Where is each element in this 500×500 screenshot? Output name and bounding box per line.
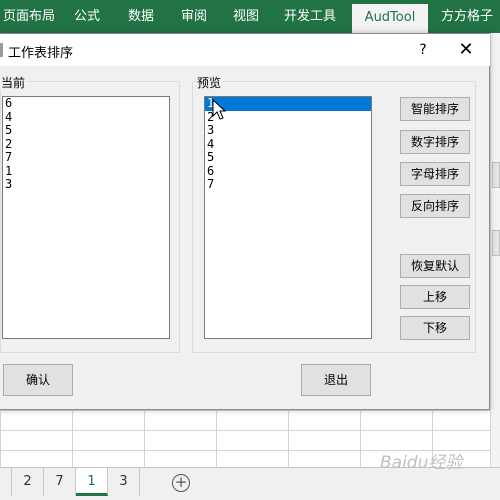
watermark-text: Baidu经验 bbox=[380, 453, 463, 473]
dialog-title: 工作表排序 bbox=[8, 46, 74, 61]
sheet-tab[interactable]: 7 bbox=[44, 468, 76, 496]
move-up-button[interactable]: 上移 bbox=[400, 285, 470, 309]
tab-developer[interactable]: 开发工具 bbox=[276, 0, 344, 33]
ribbon-tab-bar: 页面布局 公式 数据 审阅 视图 开发工具 AudTool 方方格子 bbox=[0, 0, 500, 33]
close-button[interactable]: ✕ bbox=[452, 38, 480, 62]
current-list-item[interactable]: 5 bbox=[3, 123, 169, 138]
help-button[interactable]: ? bbox=[412, 38, 434, 62]
mouse-pointer-icon bbox=[212, 99, 227, 120]
sheet-sort-dialog: 工作表排序 ? ✕ 当前 6452713 预览 1234567 智能排序 数字排… bbox=[0, 33, 490, 410]
numeric-sort-button[interactable]: 数字排序 bbox=[400, 130, 470, 154]
current-list-item[interactable]: 2 bbox=[3, 137, 169, 152]
dialog-app-icon bbox=[0, 43, 3, 57]
sheet-tab[interactable]: 3 bbox=[108, 468, 140, 496]
current-list-item[interactable]: 6 bbox=[3, 96, 169, 111]
tab-view[interactable]: 视图 bbox=[222, 0, 270, 33]
add-sheet-icon[interactable]: + bbox=[172, 474, 190, 492]
sheet-tab-active[interactable]: 1 bbox=[76, 468, 108, 496]
tab-fangfang-gezi[interactable]: 方方格子 bbox=[434, 0, 500, 33]
confirm-button[interactable]: 确认 bbox=[3, 364, 73, 396]
current-list-item[interactable]: 1 bbox=[3, 164, 169, 179]
current-group-label: 当前 bbox=[0, 74, 27, 91]
current-list-item[interactable]: 4 bbox=[3, 110, 169, 125]
preview-list-item[interactable]: 2 bbox=[205, 110, 371, 125]
preview-list-item[interactable]: 4 bbox=[205, 137, 371, 152]
tab-review[interactable]: 审阅 bbox=[170, 0, 218, 33]
reverse-sort-button[interactable]: 反向排序 bbox=[400, 194, 470, 218]
smart-sort-button[interactable]: 智能排序 bbox=[400, 97, 470, 121]
exit-button[interactable]: 退出 bbox=[301, 364, 371, 396]
preview-list-item[interactable]: 7 bbox=[205, 177, 371, 192]
move-down-button[interactable]: 下移 bbox=[400, 316, 470, 340]
ribbon-edge-control bbox=[492, 230, 500, 256]
dialog-titlebar[interactable]: 工作表排序 ? ✕ bbox=[0, 34, 490, 66]
ribbon-edge-control bbox=[492, 162, 500, 188]
restore-default-button[interactable]: 恢复默认 bbox=[400, 254, 470, 278]
sheet-tab-edge bbox=[0, 468, 12, 496]
preview-list-item[interactable]: 3 bbox=[205, 123, 371, 138]
current-list-item[interactable]: 7 bbox=[3, 150, 169, 165]
tab-data[interactable]: 数据 bbox=[116, 0, 166, 33]
alphabetic-sort-button[interactable]: 字母排序 bbox=[400, 162, 470, 186]
preview-group-label: 预览 bbox=[196, 74, 223, 91]
tab-formulas[interactable]: 公式 bbox=[62, 0, 112, 33]
preview-list-item[interactable]: 5 bbox=[205, 150, 371, 165]
tab-page-layout[interactable]: 页面布局 bbox=[0, 0, 58, 33]
current-sheet-list[interactable]: 6452713 bbox=[2, 96, 170, 339]
sheet-tab[interactable]: 2 bbox=[12, 468, 44, 496]
preview-sheet-list[interactable]: 1234567 bbox=[204, 96, 372, 339]
preview-list-item[interactable]: 1 bbox=[205, 96, 371, 111]
current-list-item[interactable]: 3 bbox=[3, 177, 169, 192]
tab-audtool[interactable]: AudTool bbox=[352, 4, 428, 33]
preview-list-item[interactable]: 6 bbox=[205, 164, 371, 179]
